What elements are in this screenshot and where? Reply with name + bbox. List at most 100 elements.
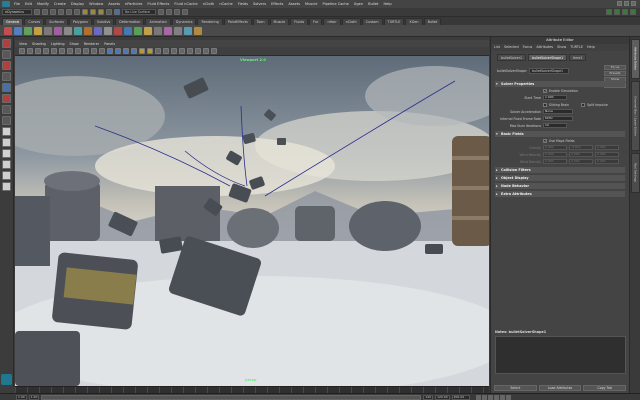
depth-of-field-icon[interactable] xyxy=(179,48,185,54)
menu-help[interactable]: Help xyxy=(383,2,391,6)
snap-view-plane-icon[interactable] xyxy=(106,9,112,15)
load-attributes-button[interactable]: Load Attributes xyxy=(538,385,582,391)
section-header[interactable]: Object Display xyxy=(495,175,625,181)
select-object-icon[interactable] xyxy=(66,9,72,15)
persp-outliner-layout-icon[interactable] xyxy=(2,149,11,158)
render-frame-icon[interactable] xyxy=(166,9,172,15)
make-live-icon[interactable] xyxy=(114,9,120,15)
menu-window[interactable]: Window xyxy=(89,2,103,6)
menu-fields[interactable]: Fields xyxy=(238,2,248,6)
gravity-z-field[interactable]: 0.000 xyxy=(595,145,619,150)
play-back-icon[interactable] xyxy=(487,394,493,400)
shelf-passive-body-icon[interactable] xyxy=(124,26,132,35)
menu-solvers[interactable]: Solvers xyxy=(253,2,266,6)
shelf-plane-icon[interactable] xyxy=(44,26,52,35)
step-forward-icon[interactable] xyxy=(499,394,505,400)
toggle-modeling-toolkit-icon[interactable] xyxy=(606,9,612,15)
node-tab-time[interactable]: time1 xyxy=(569,54,587,61)
ae-menu-help[interactable]: Help xyxy=(587,44,595,51)
sliding-brain-checkbox[interactable] xyxy=(543,102,547,107)
side-tab-tool-settings[interactable]: Tool Settings xyxy=(630,153,640,193)
menu-set-dropdown[interactable]: nDynamics xyxy=(2,9,32,15)
vp-menu-lighting[interactable]: Lighting xyxy=(51,42,65,46)
shelf-tab-rendering[interactable]: Rendering xyxy=(197,18,223,25)
solver-acceleration-dropdown[interactable]: None xyxy=(543,109,573,114)
use-all-lights-icon[interactable] xyxy=(139,48,145,54)
menu-ncloth[interactable]: nCloth xyxy=(203,2,215,6)
current-frame-field[interactable]: 200.00 xyxy=(451,394,470,400)
snap-point-icon[interactable] xyxy=(98,9,104,15)
safe-action-icon[interactable] xyxy=(91,48,97,54)
menu-xgen[interactable]: Xgen xyxy=(354,2,363,6)
shelf-torus-icon[interactable] xyxy=(54,26,62,35)
textured-icon[interactable] xyxy=(131,48,137,54)
select-component-icon[interactable] xyxy=(74,9,80,15)
film-gate-icon[interactable] xyxy=(59,48,65,54)
shelf-ep-curve-icon[interactable] xyxy=(74,26,82,35)
wind-density-y-field[interactable]: 0.000 xyxy=(569,159,593,164)
xray-joints-icon[interactable] xyxy=(203,48,209,54)
shelf-tab-deformation[interactable]: Deformation xyxy=(115,18,145,25)
wind-velocity-z-field[interactable]: 0.000 xyxy=(595,152,619,157)
single-view-layout-icon[interactable] xyxy=(2,127,11,136)
gravity-y-field[interactable]: -9.810 xyxy=(569,145,593,150)
start-time-field[interactable]: 1.000 xyxy=(543,95,567,100)
section-header[interactable]: Node Behavior xyxy=(495,183,625,189)
toggle-channel-box-icon[interactable] xyxy=(630,9,636,15)
vp-menu-panels[interactable]: Panels xyxy=(104,42,115,46)
wind-velocity-x-field[interactable]: 0.000 xyxy=(543,152,567,157)
shelf-tab-animation[interactable]: Animation xyxy=(145,18,171,25)
shelf-constraint-icon[interactable] xyxy=(134,26,142,35)
shelf-rigid-body-icon[interactable] xyxy=(114,26,122,35)
shelf-tab-painteffects[interactable]: PaintEffects xyxy=(223,18,252,25)
bookmarks-icon[interactable] xyxy=(35,48,41,54)
menu-display[interactable]: Display xyxy=(71,2,84,6)
ipr-render-icon[interactable] xyxy=(174,9,180,15)
wind-velocity-y-field[interactable]: 0.000 xyxy=(569,152,593,157)
shelf-tab-turtle[interactable]: TURTLE xyxy=(383,18,405,25)
vp-menu-show[interactable]: Show xyxy=(70,42,79,46)
copy-tab-button[interactable]: Copy Tab xyxy=(583,385,627,391)
menu-ncache[interactable]: nCache xyxy=(219,2,232,6)
section-header[interactable]: Solver Properties xyxy=(495,81,625,87)
ae-menu-selected[interactable]: Selected xyxy=(504,44,519,51)
shelf-tab-surfaces[interactable]: Surfaces xyxy=(45,18,68,25)
shelf-cone-icon[interactable] xyxy=(34,26,42,35)
select-tool-icon[interactable] xyxy=(2,39,11,48)
snap-grid-icon[interactable] xyxy=(82,9,88,15)
toggle-attribute-editor-icon[interactable] xyxy=(614,9,620,15)
menu-assets[interactable]: Assets xyxy=(108,2,120,6)
node-name-field[interactable]: bulletSolverShape1 xyxy=(529,68,569,74)
ae-menu-attributes[interactable]: Attributes xyxy=(536,44,553,51)
menu-fluid-ncache[interactable]: Fluid nCache xyxy=(174,2,197,6)
shelf-tab-subdivs[interactable]: Subdivs xyxy=(92,18,115,25)
split-impulse-checkbox[interactable] xyxy=(581,102,586,107)
shelf-solver-icon[interactable] xyxy=(144,26,152,35)
manipulator-icon[interactable] xyxy=(2,105,11,114)
viewport-3d[interactable]: Viewport 2.0 persp xyxy=(15,56,489,386)
max-iterations-field[interactable]: 10 xyxy=(543,123,567,128)
persp-graph-layout-icon[interactable] xyxy=(2,160,11,169)
shelf-tab-toon[interactable]: Toon xyxy=(252,18,269,25)
gravity-x-field[interactable]: 0.000 xyxy=(543,145,567,150)
shelf-cylinder-icon[interactable] xyxy=(24,26,32,35)
menu-file[interactable]: File xyxy=(14,2,20,6)
menu-fluid-effects[interactable]: Fluid Effects xyxy=(147,2,169,6)
shelf-sphere-icon[interactable] xyxy=(4,26,12,35)
close-icon[interactable] xyxy=(631,1,636,6)
menu-assets-2[interactable]: Assets xyxy=(288,2,300,6)
shelf-misc-icon[interactable] xyxy=(174,26,182,35)
shelf-tab-curves[interactable]: Curves xyxy=(24,18,45,25)
select-camera-icon[interactable] xyxy=(19,48,25,54)
backface-culling-icon[interactable] xyxy=(211,48,217,54)
side-tab-channel-box[interactable]: Channel Box / Layer Editor xyxy=(630,81,640,151)
ae-menu-focus[interactable]: Focus xyxy=(523,44,533,51)
shelf-field-icon[interactable] xyxy=(164,26,172,35)
node-tab-bullet-solver[interactable]: bulletSolver1 xyxy=(497,54,527,61)
shelf-tab-custom[interactable]: Custom xyxy=(361,18,383,25)
time-slider[interactable] xyxy=(15,386,489,393)
ae-menu-show[interactable]: Show xyxy=(557,44,566,51)
shelf-tab-xgen[interactable]: XGen xyxy=(405,18,423,25)
shelf-tab-general[interactable]: General xyxy=(2,18,24,25)
shelf-tab-fluids[interactable]: Fluids xyxy=(290,18,309,25)
